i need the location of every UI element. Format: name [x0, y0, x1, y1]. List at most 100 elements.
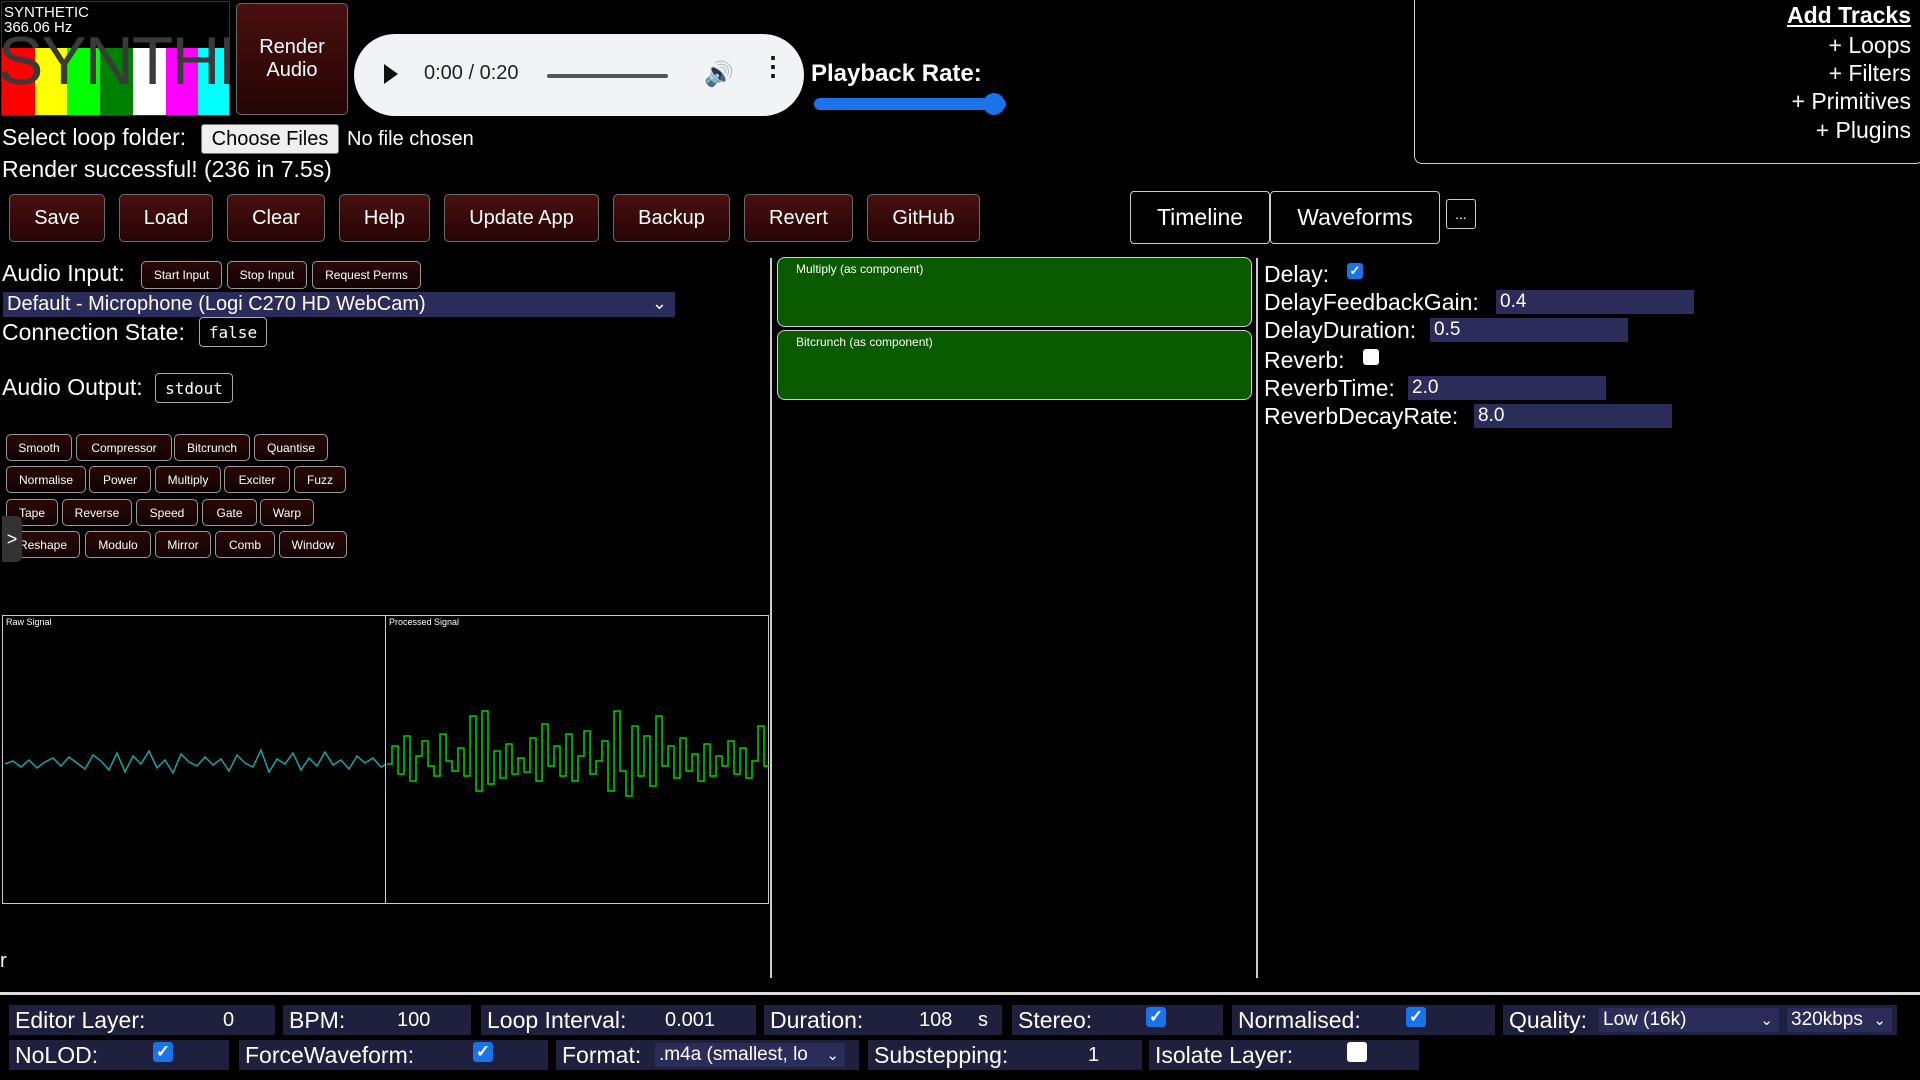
fx-fuzz-button[interactable]: Fuzz	[294, 466, 346, 493]
stop-input-button[interactable]: Stop Input	[227, 261, 307, 289]
request-perms-button[interactable]: Request Perms	[312, 261, 421, 289]
load-button[interactable]: Load	[119, 194, 213, 242]
add-plugins-link[interactable]: + Plugins	[1816, 117, 1911, 144]
fx-normalise-button[interactable]: Normalise	[6, 466, 86, 493]
revert-button[interactable]: Revert	[744, 194, 853, 242]
choose-files-button[interactable]: Choose Files	[201, 124, 339, 154]
help-button[interactable]: Help	[339, 194, 430, 242]
fx-mirror-button[interactable]: Mirror	[155, 531, 211, 558]
column-divider[interactable]	[1256, 258, 1258, 978]
loop-folder-label: Select loop folder:	[2, 124, 187, 150]
add-filters-link[interactable]: + Filters	[1829, 60, 1911, 87]
tab-waveforms[interactable]: Waveforms	[1270, 191, 1440, 244]
fx-gate-button[interactable]: Gate	[202, 499, 257, 526]
player-time: 0:00 / 0:20	[424, 62, 519, 84]
backup-button[interactable]: Backup	[613, 194, 730, 242]
loop-interval-value[interactable]: 0.001	[665, 1009, 715, 1032]
clear-button[interactable]: Clear	[227, 194, 325, 242]
volume-icon[interactable]: 🔊	[704, 60, 734, 89]
stereo-checkbox[interactable]: ✓	[1146, 1007, 1166, 1027]
delay-checkbox[interactable]: ✓	[1347, 263, 1363, 279]
duration-field[interactable]: Duration: 108 s	[764, 1005, 1002, 1035]
audio-input-label: Audio Input:	[2, 260, 125, 286]
format-value: .m4a (smallest, lo	[659, 1044, 808, 1065]
add-primitives-link[interactable]: + Primitives	[1792, 88, 1912, 115]
format-label: Format:	[562, 1041, 642, 1068]
fx-compressor-button[interactable]: Compressor	[76, 434, 172, 461]
isolate-layer-field: Isolate Layer:	[1149, 1040, 1419, 1070]
reverb-decay-input[interactable]: 8.0	[1474, 404, 1672, 428]
nolod-checkbox[interactable]: ✓	[153, 1042, 173, 1062]
duration-label: Duration:	[770, 1006, 864, 1033]
bottom-separator	[0, 992, 1920, 995]
force-waveform-checkbox[interactable]: ✓	[473, 1042, 493, 1062]
component-card[interactable]: Bitcrunch (as component)	[777, 330, 1252, 400]
stray-text: r	[0, 950, 7, 972]
bpm-value[interactable]: 100	[397, 1009, 430, 1032]
playback-rate-thumb[interactable]	[983, 93, 1005, 115]
nolod-field: NoLOD: ✓	[9, 1040, 229, 1070]
processed-signal-waveform	[387, 710, 769, 797]
quality-select[interactable]: Low (16k) ⌄	[1599, 1008, 1779, 1032]
tab-timeline[interactable]: Timeline	[1130, 191, 1270, 244]
logo-frequency: 366.06 Hz	[4, 19, 73, 36]
isolate-layer-checkbox[interactable]	[1347, 1042, 1367, 1062]
substepping-value[interactable]: 1	[1088, 1044, 1099, 1067]
connection-state-label: Connection State:	[2, 319, 185, 345]
fx-warp-button[interactable]: Warp	[260, 499, 314, 526]
editor-layer-value[interactable]: 0	[223, 1009, 234, 1032]
bpm-field[interactable]: BPM: 100	[283, 1005, 471, 1035]
fx-bitcrunch-button[interactable]: Bitcrunch	[174, 434, 250, 461]
bitrate-select[interactable]: 320kbps ⌄	[1787, 1008, 1892, 1032]
bpm-label: BPM:	[289, 1006, 346, 1033]
delay-feedback-input[interactable]: 0.4	[1496, 290, 1694, 314]
component-label: Bitcrunch (as component)	[796, 335, 933, 349]
normalised-checkbox[interactable]: ✓	[1406, 1007, 1426, 1027]
duration-value[interactable]: 108	[919, 1009, 952, 1032]
fx-reverse-button[interactable]: Reverse	[62, 499, 132, 526]
delay-duration-input[interactable]: 0.5	[1430, 318, 1628, 342]
editor-layer-field[interactable]: Editor Layer: 0	[9, 1005, 275, 1035]
playback-rate-slider[interactable]	[814, 98, 1006, 110]
column-divider[interactable]	[770, 258, 772, 978]
bitrate-value: 320kbps	[1791, 1009, 1863, 1030]
reverb-checkbox[interactable]	[1363, 349, 1379, 365]
loop-interval-field[interactable]: Loop Interval: 0.001	[481, 1005, 756, 1035]
fx-comb-button[interactable]: Comb	[215, 531, 275, 558]
more-tabs-button[interactable]: ...	[1446, 199, 1476, 229]
fx-modulo-button[interactable]: Modulo	[85, 531, 151, 558]
render-label-line1: Render	[259, 36, 325, 58]
start-input-button[interactable]: Start Input	[141, 261, 222, 289]
normalised-label: Normalised:	[1238, 1006, 1361, 1033]
stereo-label: Stereo:	[1018, 1006, 1093, 1033]
save-button[interactable]: Save	[9, 194, 105, 242]
play-icon[interactable]	[384, 64, 398, 84]
fx-window-button[interactable]: Window	[279, 531, 347, 558]
fx-power-button[interactable]: Power	[89, 466, 151, 493]
render-audio-button[interactable]: Render Audio	[236, 3, 348, 115]
render-label-line2: Audio	[266, 59, 318, 81]
fx-quantise-button[interactable]: Quantise	[254, 434, 328, 461]
fx-multiply-button[interactable]: Multiply	[155, 466, 221, 493]
add-loops-link[interactable]: + Loops	[1829, 32, 1912, 59]
component-card[interactable]: Multiply (as component)	[777, 257, 1252, 327]
fx-exciter-button[interactable]: Exciter	[224, 466, 290, 493]
more-options-icon[interactable]: ⋮	[760, 53, 786, 79]
github-button[interactable]: GitHub	[867, 194, 980, 242]
connection-state-value: false	[199, 317, 267, 347]
substepping-field[interactable]: Substepping: 1	[868, 1040, 1142, 1070]
side-panel-toggle[interactable]: >	[2, 516, 22, 562]
player-progress-track[interactable]	[547, 74, 668, 78]
fx-smooth-button[interactable]: Smooth	[6, 434, 72, 461]
fx-speed-button[interactable]: Speed	[136, 499, 198, 526]
update-app-button[interactable]: Update App	[444, 194, 599, 242]
force-waveform-label: ForceWaveform:	[245, 1041, 415, 1068]
reverb-time-input[interactable]: 2.0	[1408, 376, 1606, 400]
audio-input-device-select[interactable]: Default - Microphone (Logi C270 HD WebCa…	[3, 292, 675, 317]
format-select[interactable]: .m4a (smallest, lo ⌄	[655, 1043, 845, 1067]
audio-player: 0:00 / 0:20 🔊 ⋮	[354, 34, 804, 116]
loop-interval-label: Loop Interval:	[487, 1006, 627, 1033]
reverb-time-label: ReverbTime:	[1264, 375, 1395, 401]
audio-output-value: stdout	[155, 373, 233, 403]
add-tracks-title[interactable]: Add Tracks	[1787, 2, 1911, 29]
